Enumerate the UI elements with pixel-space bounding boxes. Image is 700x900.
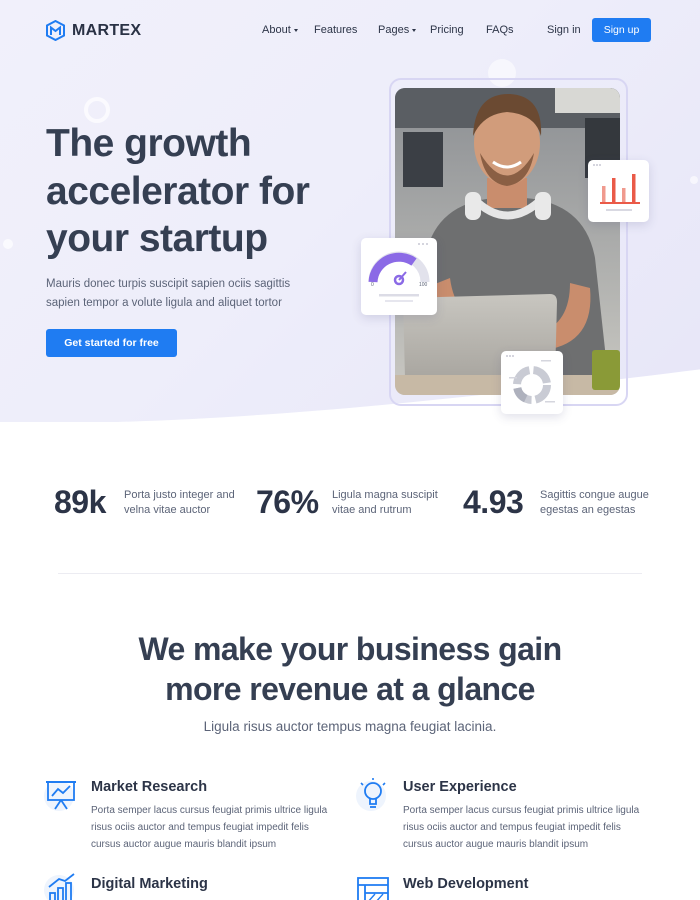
feature-title: Web Development: [403, 876, 529, 892]
hero-description: Mauris donec turpis suscipit sapien ocii…: [46, 278, 291, 309]
chevron-down-icon: [293, 29, 298, 32]
gauge-max-label: 100: [419, 282, 428, 288]
section-title-line: We make your business gain: [138, 631, 562, 667]
feature-title: User Experience: [403, 779, 517, 795]
stat-value: 76%: [256, 484, 319, 520]
bar-chart-widget: [588, 160, 649, 222]
stat-value: 4.93: [463, 484, 524, 520]
donut-chart-widget: [501, 351, 563, 414]
gauge-meter-icon: [368, 243, 430, 302]
stat-value: 89k: [54, 484, 106, 520]
nav-label: About: [262, 24, 291, 36]
feature-description: Porta semper lacus cursus feugiat primis…: [91, 805, 328, 850]
signup-button[interactable]: Sign up: [592, 18, 651, 42]
martex-logo-icon: [46, 20, 65, 41]
lightbulb-icon: [356, 778, 386, 811]
hero-title: The growth accelerator for your startup: [46, 122, 310, 260]
gauge-min-label: 0: [371, 282, 374, 288]
chevron-down-icon: [412, 29, 417, 32]
feature-title: Digital Marketing: [91, 876, 208, 892]
get-started-button[interactable]: Get started for free: [46, 329, 177, 357]
stat-description: Ligula magna suscipit vitae and rutrum: [332, 489, 438, 516]
top-navigation: MARTEX About Features Pages Pricing FAQs…: [0, 0, 700, 60]
nav-item-about[interactable]: About: [262, 24, 298, 36]
nav-item-pricing[interactable]: Pricing: [430, 24, 464, 36]
nav-item-features[interactable]: Features: [314, 24, 357, 36]
nav-label: Features: [314, 24, 358, 36]
nav-label: FAQs: [486, 24, 514, 36]
section-subtitle: Ligula risus auctor tempus magna feugiat…: [203, 719, 497, 734]
section-divider: [58, 573, 642, 574]
stat-description: Porta justo integer and velna vitae auct…: [124, 489, 235, 516]
signin-link[interactable]: Sign in: [547, 24, 581, 36]
stat-description: Sagittis congue augue egestas an egestas: [540, 489, 649, 516]
donut-chart-icon: [506, 355, 555, 404]
growth-chart-icon: [44, 873, 75, 900]
nav-label: Pages: [378, 24, 410, 36]
nav-label: Pricing: [430, 24, 464, 36]
section-title-line: more revenue at a glance: [165, 671, 535, 707]
feature-title: Market Research: [91, 779, 208, 795]
logo[interactable]: MARTEX: [46, 20, 141, 41]
nav-item-faqs[interactable]: FAQs: [486, 24, 514, 36]
feature-description: Porta semper lacus cursus feugiat primis…: [403, 805, 640, 850]
brand-name: MARTEX: [72, 21, 142, 39]
nav-item-pages[interactable]: Pages: [378, 24, 417, 36]
presentation-chart-icon: [44, 781, 76, 811]
gauge-widget: 0 100: [361, 238, 437, 315]
section-title: We make your business gain more revenue …: [0, 629, 700, 709]
web-layout-icon: [357, 877, 389, 900]
bar-chart-icon: [593, 164, 640, 211]
